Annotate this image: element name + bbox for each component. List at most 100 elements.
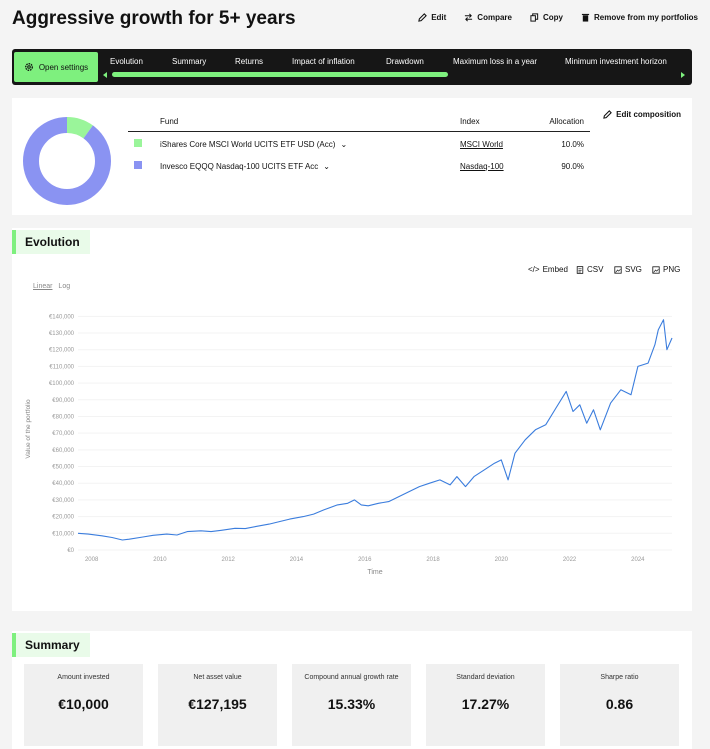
metric-standard-deviation: Standard deviation 17.27%: [426, 664, 545, 746]
pencil-icon: [418, 13, 428, 22]
metric-sharpe-ratio: Sharpe ratio 0.86: [560, 664, 679, 746]
x-tick-label: 2012: [222, 557, 236, 563]
y-tick-label: €140,000: [49, 314, 75, 320]
y-tick-label: €110,000: [49, 364, 74, 370]
y-axis-label: Value of the portfolio: [25, 399, 32, 459]
compare-arrows-icon: [465, 13, 473, 22]
fund-color-swatch: [134, 161, 142, 169]
nav-scrollbar[interactable]: [112, 72, 448, 77]
allocation-value: 90.0%: [561, 162, 584, 171]
tab-summary[interactable]: Summary: [172, 57, 206, 66]
table-row: iShares Core MSCI World UCITS ETF USD (A…: [128, 132, 590, 154]
scroll-right-arrow-icon[interactable]: [681, 72, 685, 78]
embed-label: Embed: [542, 265, 568, 274]
metric-label: Net asset value: [193, 674, 242, 681]
y-tick-label: €80,000: [52, 414, 74, 420]
index-column-header: Index: [460, 117, 480, 126]
fund-table-header: Fund Index Allocation: [128, 112, 590, 132]
composition-card: Fund Index Allocation iShares Core MSCI …: [12, 98, 692, 215]
metric-cagr: Compound annual growth rate 15.33%: [292, 664, 411, 746]
x-tick-label: 2016: [358, 557, 372, 563]
edit-button[interactable]: Edit: [418, 13, 446, 22]
index-link[interactable]: MSCI World: [460, 140, 503, 149]
page-header: Aggressive growth for 5+ years Edit Comp…: [12, 8, 698, 32]
metric-value: €10,000: [58, 696, 109, 712]
scroll-left-arrow-icon[interactable]: [103, 72, 107, 78]
chevron-down-icon[interactable]: ⌄: [323, 162, 330, 171]
chevron-down-icon[interactable]: ⌄: [340, 140, 347, 149]
y-tick-label: €50,000: [52, 465, 74, 471]
svg-button[interactable]: SVG: [614, 265, 642, 274]
x-tick-label: 2018: [426, 557, 440, 563]
tab-impact-of-inflation[interactable]: Impact of inflation: [292, 57, 355, 66]
metric-value: €127,195: [188, 696, 247, 712]
x-axis-label: Time: [367, 569, 382, 576]
page-title: Aggressive growth for 5+ years: [12, 8, 296, 29]
compare-button[interactable]: Compare: [464, 13, 512, 22]
pencil-icon: [603, 110, 612, 119]
summary-section-title: Summary: [12, 633, 90, 657]
tab-minimum-investment-horizon[interactable]: Minimum investment horizon: [565, 57, 667, 66]
y-tick-label: €40,000: [52, 481, 74, 487]
x-tick-label: 2024: [631, 557, 645, 563]
metric-label: Amount invested: [57, 674, 110, 681]
fund-name-text: iShares Core MSCI World UCITS ETF USD (A…: [160, 140, 336, 149]
fund-column-header: Fund: [160, 117, 179, 126]
tab-drawdown[interactable]: Drawdown: [386, 57, 424, 66]
compare-label: Compare: [477, 13, 512, 22]
y-tick-label: €10,000: [52, 531, 74, 537]
allocation-column-header: Allocation: [549, 117, 584, 126]
y-tick-label: €30,000: [52, 498, 74, 504]
remove-label: Remove from my portfolios: [593, 13, 698, 22]
y-tick-label: €60,000: [52, 448, 74, 454]
fund-name[interactable]: Invesco EQQQ Nasdaq-100 UCITS ETF Acc ⌄: [160, 162, 330, 171]
edit-composition-button[interactable]: Edit composition: [603, 110, 681, 119]
evolution-card: Evolution </> Embed CSV SVG PNG Linear L…: [12, 228, 692, 611]
csv-label: CSV: [587, 265, 604, 274]
x-tick-label: 2008: [85, 557, 99, 563]
donut-slice: [23, 117, 111, 205]
open-settings-button[interactable]: Open settings: [14, 52, 98, 82]
file-icon: [576, 265, 584, 274]
y-tick-label: €130,000: [49, 331, 75, 337]
fund-table: Fund Index Allocation iShares Core MSCI …: [128, 112, 590, 176]
trash-icon: [581, 13, 590, 22]
evolution-line-chart: €0 €10,000 €20,000 €30,000 €40,000 €50,000 €60…: [25, 314, 673, 576]
tab-returns[interactable]: Returns: [235, 57, 263, 66]
y-tick-label: €120,000: [49, 348, 75, 354]
allocation-value: 10.0%: [561, 140, 584, 149]
edit-label: Edit: [431, 13, 447, 22]
fund-name-text: Invesco EQQQ Nasdaq-100 UCITS ETF Acc: [160, 162, 319, 171]
copy-icon: [530, 13, 539, 22]
fund-name[interactable]: iShares Core MSCI World UCITS ETF USD (A…: [160, 140, 347, 149]
tab-evolution[interactable]: Evolution: [110, 57, 143, 66]
summary-card: Summary Amount invested €10,000 Net asse…: [12, 631, 692, 749]
image-file-icon: [652, 265, 660, 274]
csv-button[interactable]: CSV: [576, 265, 603, 274]
metric-label: Compound annual growth rate: [304, 674, 399, 681]
copy-button[interactable]: Copy: [530, 13, 563, 22]
edit-composition-label: Edit composition: [616, 110, 681, 119]
table-row: Invesco EQQQ Nasdaq-100 UCITS ETF Acc ⌄ N…: [128, 154, 590, 176]
series-line: [77, 319, 673, 541]
metric-label: Sharpe ratio: [600, 674, 639, 681]
png-label: PNG: [663, 265, 681, 274]
code-icon: </>: [528, 265, 540, 274]
copy-label: Copy: [542, 13, 563, 22]
x-tick-label: 2022: [563, 557, 577, 563]
open-settings-label: Open settings: [38, 62, 89, 72]
embed-button[interactable]: </> Embed: [528, 265, 568, 274]
metric-value: 17.27%: [461, 696, 510, 712]
y-tick-label: €100,000: [49, 381, 75, 387]
x-tick-label: 2010: [153, 557, 167, 563]
png-button[interactable]: PNG: [652, 265, 680, 274]
svg-label: SVG: [625, 265, 642, 274]
metric-value: 15.33%: [327, 696, 376, 712]
metric-net-asset-value: Net asset value €127,195: [158, 664, 277, 746]
section-nav-bar: Open settings Evolution Summary Returns …: [12, 49, 692, 85]
metric-label: Standard deviation: [456, 674, 515, 681]
index-link[interactable]: Nasdaq-100: [460, 162, 504, 171]
remove-from-portfolios-button[interactable]: Remove from my portfolios: [581, 13, 698, 22]
tab-maximum-loss[interactable]: Maximum loss in a year: [453, 57, 537, 66]
y-tick-label: €20,000: [52, 515, 74, 521]
